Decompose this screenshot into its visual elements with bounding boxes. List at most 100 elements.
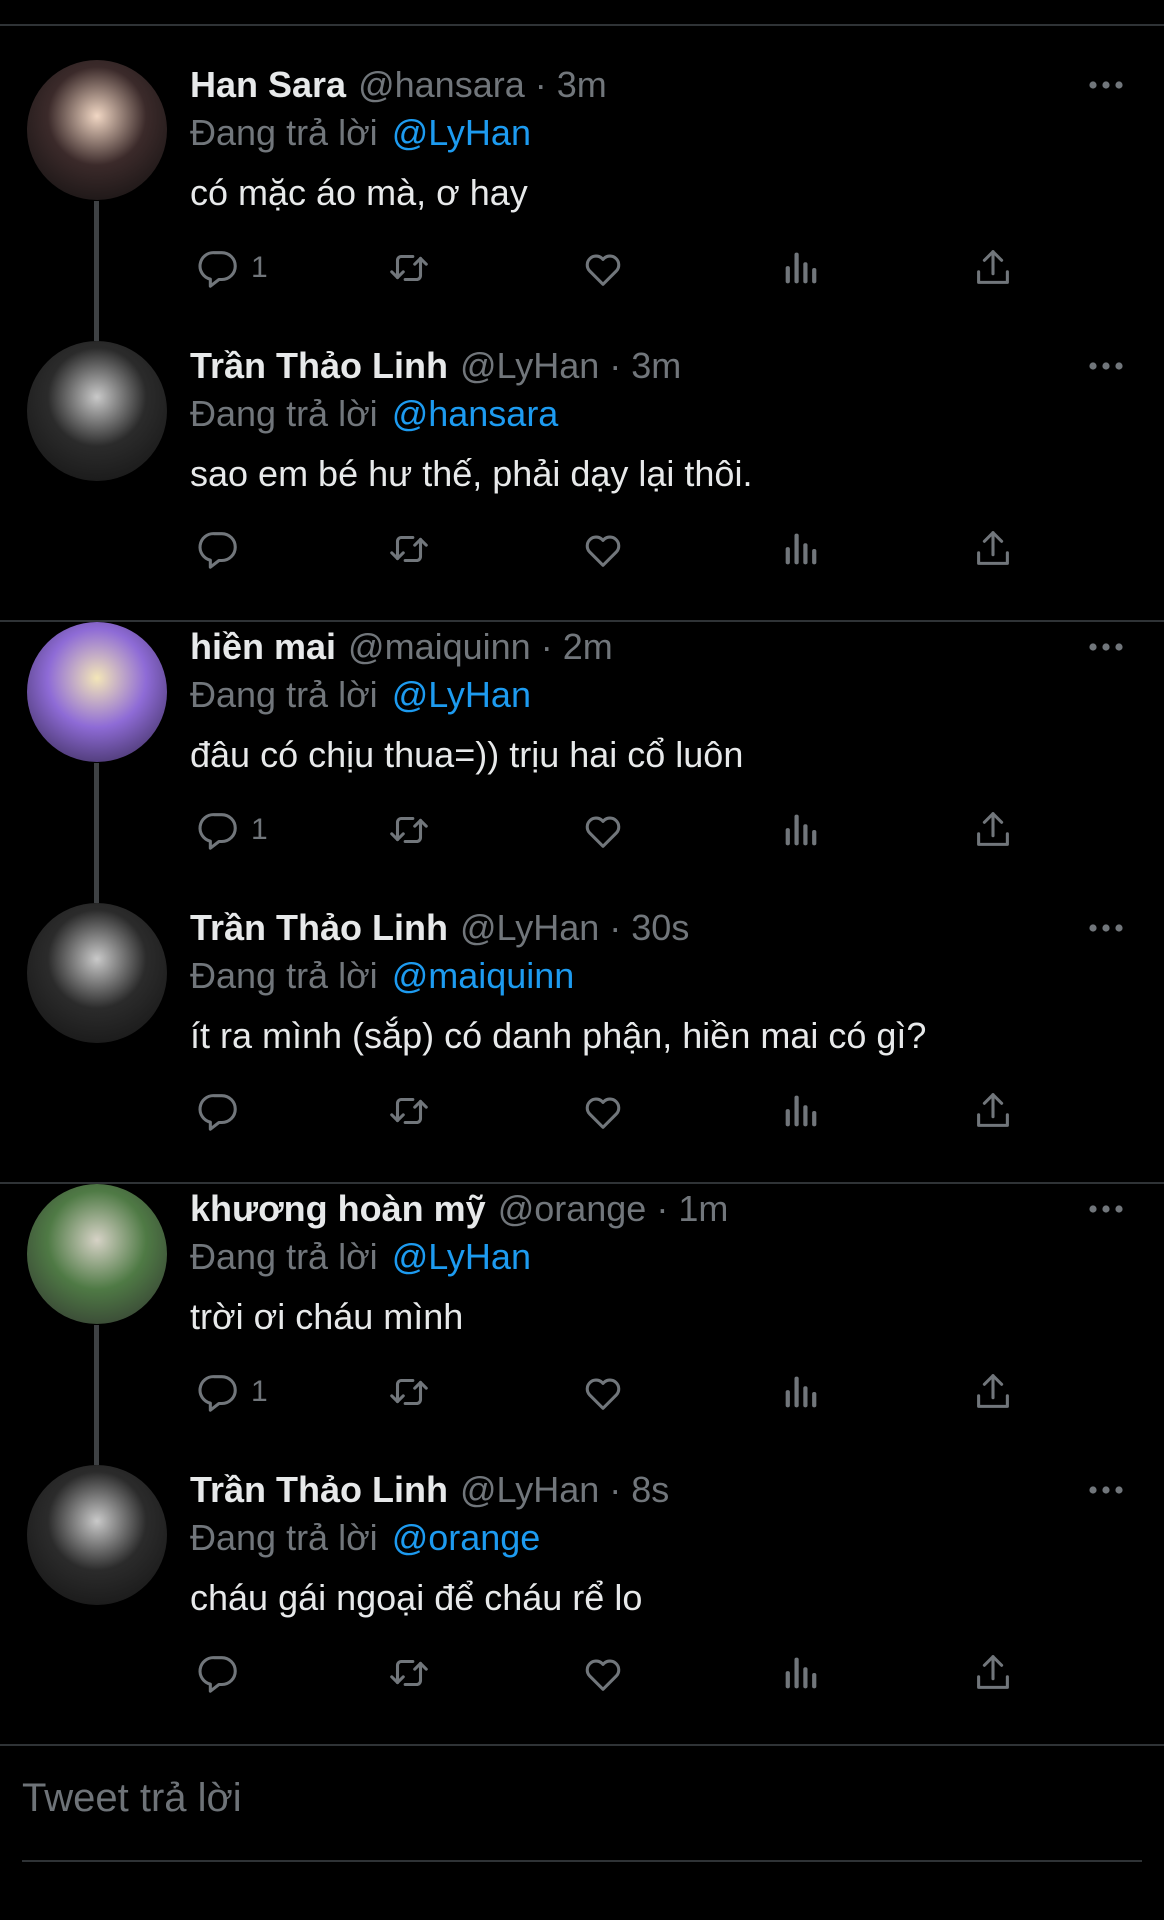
reply-count: 1 <box>251 813 268 846</box>
more-icon[interactable] <box>1084 1465 1128 1515</box>
tweet-header: Trần Thảo Linh @LyHan · 8s <box>190 1465 669 1515</box>
views-button[interactable] <box>778 523 824 575</box>
retweet-button[interactable] <box>386 1366 432 1418</box>
heart-icon <box>580 1650 626 1696</box>
like-button[interactable] <box>580 242 626 294</box>
reply-input[interactable]: Tweet trả lời <box>22 1768 242 1828</box>
display-name[interactable]: Trần Thảo Linh <box>190 1469 448 1511</box>
reply-button[interactable] <box>195 1085 251 1137</box>
reply-button[interactable]: 1 <box>195 242 268 294</box>
views-button[interactable] <box>778 1085 824 1137</box>
like-button[interactable] <box>580 1366 626 1418</box>
tweet-header: hiền mai @maiquinn · 2m <box>190 622 613 672</box>
views-button[interactable] <box>778 242 824 294</box>
tweet[interactable]: Trần Thảo Linh @LyHan · 8s Đang trả lời … <box>0 1465 1164 1746</box>
more-icon[interactable] <box>1084 60 1128 110</box>
tweet[interactable]: khương hoàn mỹ @orange · 1m Đang trả lời… <box>0 1184 1164 1465</box>
timestamp[interactable]: 1m <box>678 1188 728 1230</box>
retweet-button[interactable] <box>386 523 432 575</box>
more-icon[interactable] <box>1084 341 1128 391</box>
dot-separator: · <box>540 626 553 667</box>
avatar[interactable] <box>27 622 167 762</box>
replying-to: Đang trả lời @hansara <box>190 389 558 439</box>
share-icon <box>970 1369 1016 1415</box>
more-icon[interactable] <box>1084 903 1128 953</box>
mention-link[interactable]: @LyHan <box>392 1236 531 1278</box>
tweet[interactable]: hiền mai @maiquinn · 2m Đang trả lời @Ly… <box>0 622 1164 903</box>
reply-input-placeholder: Tweet trả lời <box>22 1775 242 1820</box>
share-button[interactable] <box>970 804 1016 856</box>
reply-button[interactable]: 1 <box>195 804 268 856</box>
mention-link[interactable]: @maiquinn <box>392 955 575 997</box>
timestamp[interactable]: 3m <box>557 64 607 106</box>
handle[interactable]: @LyHan <box>460 907 599 949</box>
share-button[interactable] <box>970 242 1016 294</box>
share-icon <box>970 1088 1016 1134</box>
analytics-icon <box>778 526 824 572</box>
mention-link[interactable]: @LyHan <box>392 674 531 716</box>
reply-button[interactable] <box>195 523 251 575</box>
handle[interactable]: @maiquinn <box>348 626 531 668</box>
mention-link[interactable]: @hansara <box>392 393 559 435</box>
avatar[interactable] <box>27 60 167 200</box>
like-button[interactable] <box>580 1085 626 1137</box>
views-button[interactable] <box>778 804 824 856</box>
tweet[interactable]: Han Sara @hansara · 3m Đang trả lời @LyH… <box>0 60 1164 341</box>
tweet-actions: 1 <box>0 1366 1164 1418</box>
tweet-actions <box>0 1647 1164 1699</box>
share-button[interactable] <box>970 1085 1016 1137</box>
display-name[interactable]: khương hoàn mỹ <box>190 1188 486 1230</box>
heart-icon <box>580 1369 626 1415</box>
retweet-icon <box>386 245 432 291</box>
reply-button[interactable]: 1 <box>195 1366 268 1418</box>
handle[interactable]: @hansara <box>358 64 525 106</box>
more-icon[interactable] <box>1084 1184 1128 1234</box>
avatar[interactable] <box>27 903 167 1043</box>
analytics-icon <box>778 807 824 853</box>
retweet-icon <box>386 1369 432 1415</box>
tweet[interactable]: Trần Thảo Linh @LyHan · 3m Đang trả lời … <box>0 341 1164 622</box>
reply-icon <box>195 245 241 291</box>
views-button[interactable] <box>778 1366 824 1418</box>
like-button[interactable] <box>580 804 626 856</box>
retweet-button[interactable] <box>386 242 432 294</box>
share-button[interactable] <box>970 1366 1016 1418</box>
mention-link[interactable]: @orange <box>392 1517 541 1559</box>
replying-label: Đang trả lời <box>190 393 378 434</box>
views-button[interactable] <box>778 1647 824 1699</box>
mention-link[interactable]: @LyHan <box>392 112 531 154</box>
avatar[interactable] <box>27 341 167 481</box>
timestamp[interactable]: 30s <box>631 907 689 949</box>
avatar[interactable] <box>27 1184 167 1324</box>
display-name[interactable]: Trần Thảo Linh <box>190 907 448 949</box>
timestamp[interactable]: 3m <box>631 345 681 387</box>
heart-icon <box>580 526 626 572</box>
reply-button[interactable] <box>195 1647 251 1699</box>
timestamp[interactable]: 8s <box>631 1469 669 1511</box>
display-name[interactable]: Han Sara <box>190 64 346 106</box>
reply-icon <box>195 1369 241 1415</box>
timestamp[interactable]: 2m <box>563 626 613 668</box>
more-icon[interactable] <box>1084 622 1128 672</box>
share-button[interactable] <box>970 523 1016 575</box>
retweet-icon <box>386 1650 432 1696</box>
tweet-text: ít ra mình (sắp) có danh phận, hiền mai … <box>190 1015 927 1056</box>
share-icon <box>970 245 1016 291</box>
retweet-button[interactable] <box>386 1085 432 1137</box>
retweet-button[interactable] <box>386 1647 432 1699</box>
display-name[interactable]: hiền mai <box>190 626 336 668</box>
like-button[interactable] <box>580 1647 626 1699</box>
tweet-actions: 1 <box>0 242 1164 294</box>
tweet[interactable]: Trần Thảo Linh @LyHan · 30s Đang trả lời… <box>0 903 1164 1184</box>
like-button[interactable] <box>580 523 626 575</box>
retweet-button[interactable] <box>386 804 432 856</box>
tweet-actions <box>0 1085 1164 1137</box>
avatar[interactable] <box>27 1465 167 1605</box>
handle[interactable]: @LyHan <box>460 345 599 387</box>
heart-icon <box>580 245 626 291</box>
share-button[interactable] <box>970 1647 1016 1699</box>
tweet-header: Han Sara @hansara · 3m <box>190 60 607 110</box>
display-name[interactable]: Trần Thảo Linh <box>190 345 448 387</box>
handle[interactable]: @LyHan <box>460 1469 599 1511</box>
handle[interactable]: @orange <box>498 1188 647 1230</box>
